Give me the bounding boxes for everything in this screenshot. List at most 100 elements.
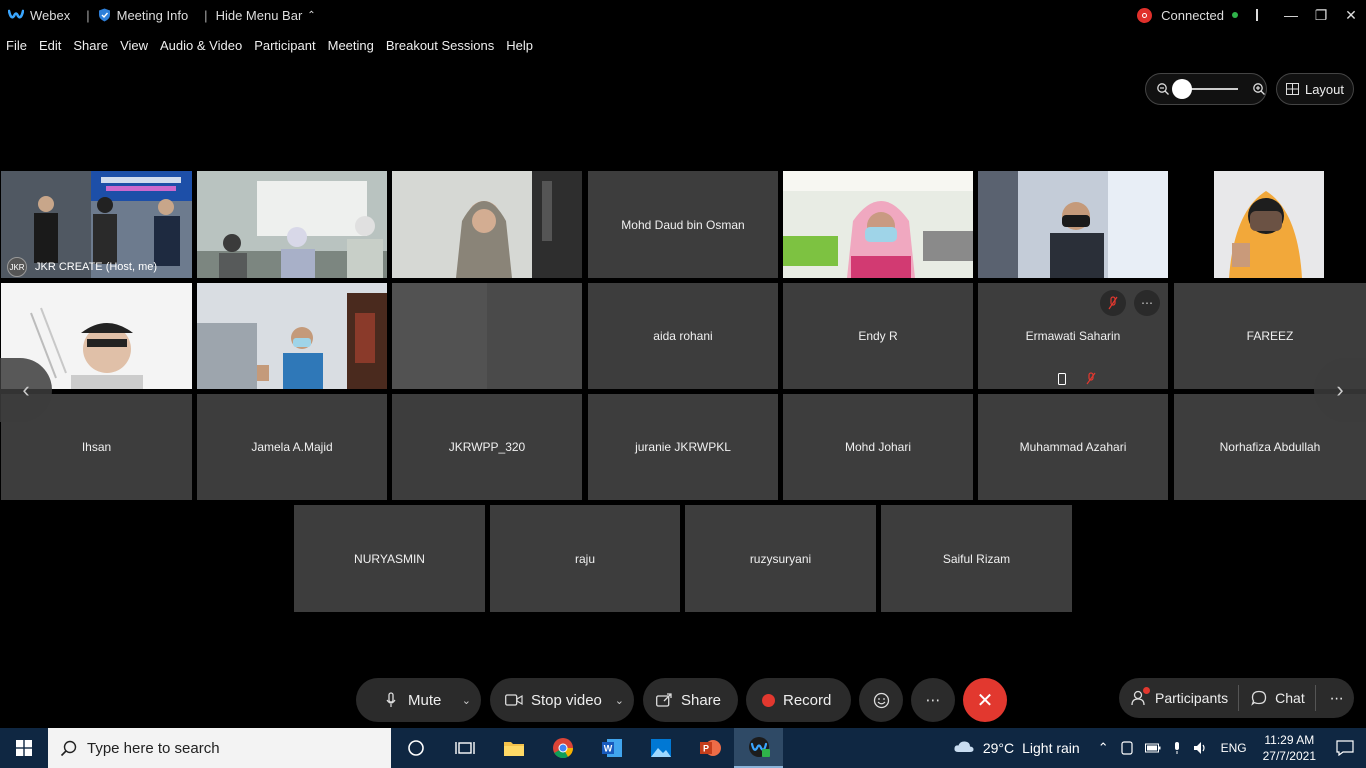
- participant-name: NURYASMIN: [354, 551, 425, 566]
- chat-label: Chat: [1275, 690, 1305, 706]
- zoom-in-icon[interactable]: [1252, 82, 1266, 96]
- input-language[interactable]: ENG: [1221, 741, 1247, 755]
- zoom-out-icon[interactable]: [1156, 82, 1170, 96]
- video-tile[interactable]: [1174, 171, 1366, 278]
- task-view-button[interactable]: [440, 728, 489, 768]
- reactions-button[interactable]: [859, 678, 903, 722]
- more-controls-button[interactable]: ⋯: [911, 678, 955, 722]
- weather-temperature[interactable]: 29°C: [983, 740, 1014, 756]
- video-tile[interactable]: [978, 171, 1168, 278]
- share-label: Share: [681, 691, 722, 709]
- webex-taskbar-button[interactable]: [734, 728, 783, 768]
- video-tile[interactable]: [197, 171, 387, 278]
- hide-menu-bar-button[interactable]: Hide Menu Bar ⌃: [216, 8, 316, 23]
- zoom-slider-handle[interactable]: [1172, 79, 1192, 99]
- menu-view[interactable]: View: [120, 38, 148, 53]
- word-button[interactable]: W: [587, 728, 636, 768]
- menu-breakout-sessions[interactable]: Breakout Sessions: [386, 38, 494, 53]
- menu-audio-video[interactable]: Audio & Video: [160, 38, 242, 53]
- menu-meeting[interactable]: Meeting: [328, 38, 374, 53]
- stop-video-button[interactable]: Stop video ⌄: [490, 678, 634, 722]
- microphone-tray-icon[interactable]: [1173, 741, 1181, 755]
- participant-tile[interactable]: Ermawati Saharin ⋯: [978, 283, 1168, 389]
- menu-edit[interactable]: Edit: [39, 38, 61, 53]
- muted-mic-button[interactable]: [1100, 290, 1126, 316]
- participant-tile[interactable]: Endy R: [783, 283, 973, 389]
- leave-meeting-button[interactable]: ✕: [963, 678, 1007, 722]
- participant-tile[interactable]: JKRWPP_320: [392, 394, 582, 500]
- mobile-device-icon: [1058, 372, 1066, 385]
- participants-label: Participants: [1155, 690, 1229, 706]
- system-tray: 29°C Light rain ⌃ ENG 11:29 AM 27/7/2021: [953, 728, 1366, 768]
- zoom-control: [1145, 73, 1267, 105]
- participant-tile[interactable]: Muhammad Azahari: [978, 394, 1168, 500]
- chevron-down-icon[interactable]: ⌄: [615, 694, 624, 707]
- chat-panel-button[interactable]: Chat: [1239, 678, 1305, 718]
- menu-share[interactable]: Share: [73, 38, 108, 53]
- folder-icon: [503, 742, 524, 756]
- participant-tile[interactable]: juranie JKRWPKL: [588, 394, 778, 500]
- minimize-button[interactable]: —: [1276, 0, 1306, 30]
- file-explorer-button[interactable]: [489, 728, 538, 768]
- chevron-down-icon[interactable]: ⌄: [462, 694, 471, 707]
- meet-now-icon[interactable]: [1120, 741, 1133, 755]
- svg-text:P: P: [702, 744, 708, 754]
- participant-tile[interactable]: ruzysuryani: [685, 505, 876, 612]
- participant-tile[interactable]: aida rohani: [588, 283, 778, 389]
- record-button[interactable]: Record: [746, 678, 851, 722]
- participant-tile[interactable]: NURYASMIN: [294, 505, 485, 612]
- participant-tile[interactable]: Saiful Rizam: [881, 505, 1072, 612]
- cortana-circle-icon: [407, 740, 424, 756]
- meeting-info-button[interactable]: Meeting Info: [98, 8, 188, 23]
- video-tile[interactable]: [392, 171, 582, 278]
- participant-video-feed: [978, 171, 1168, 278]
- participants-panel-button[interactable]: Participants: [1119, 678, 1228, 718]
- ellipsis-icon: ⋯: [1141, 296, 1153, 310]
- chrome-button[interactable]: [538, 728, 587, 768]
- cortana-button[interactable]: [391, 728, 440, 768]
- participant-tile[interactable]: Jamela A.Majid: [197, 394, 387, 500]
- participant-name: Muhammad Azahari: [1019, 440, 1127, 454]
- video-tile[interactable]: [783, 171, 973, 278]
- menu-participant[interactable]: Participant: [254, 38, 315, 53]
- video-tile[interactable]: [392, 283, 582, 389]
- more-options-button[interactable]: ⋯: [1134, 290, 1160, 316]
- participant-tile[interactable]: raju: [490, 505, 680, 612]
- chevron-up-icon[interactable]: ⌃: [1098, 740, 1109, 756]
- taskbar-search-box[interactable]: Type here to search: [48, 728, 391, 768]
- powerpoint-button[interactable]: P: [685, 728, 734, 768]
- photos-button[interactable]: [636, 728, 685, 768]
- tile-status: [1058, 372, 1096, 385]
- webex-window: Webex | Meeting Info | Hide Menu Bar ⌃ C…: [0, 0, 1366, 768]
- webex-app-menu[interactable]: Webex: [0, 8, 70, 23]
- svg-text:W: W: [603, 744, 612, 754]
- mute-button[interactable]: Mute ⌄: [356, 678, 481, 722]
- layout-button[interactable]: Layout: [1276, 73, 1354, 105]
- zoom-slider[interactable]: [1172, 79, 1238, 99]
- taskbar-clock[interactable]: 11:29 AM 27/7/2021: [1263, 732, 1316, 764]
- maximize-button[interactable]: ❐: [1306, 0, 1336, 30]
- more-panels-button[interactable]: ⋯: [1316, 678, 1344, 718]
- video-tile[interactable]: [197, 283, 387, 389]
- notification-center-icon[interactable]: [1336, 740, 1354, 756]
- participant-name: ruzysuryani: [749, 551, 812, 566]
- emoji-reaction-icon: [873, 692, 889, 708]
- close-button[interactable]: ✕: [1336, 0, 1366, 30]
- participant-name: raju: [574, 551, 595, 566]
- menu-file[interactable]: File: [6, 38, 27, 53]
- speaker-volume-icon[interactable]: [1193, 741, 1209, 755]
- word-icon: W: [601, 739, 622, 757]
- host-avatar: JKR: [7, 257, 27, 277]
- participant-tile[interactable]: Mohd Johari: [783, 394, 973, 500]
- menu-help[interactable]: Help: [506, 38, 533, 53]
- title-separator: |: [204, 7, 208, 23]
- task-view-icon: [454, 742, 475, 754]
- participant-tile[interactable]: Mohd Daud bin Osman: [588, 171, 778, 278]
- start-button[interactable]: [0, 728, 48, 768]
- grid-layout-icon: [1285, 83, 1299, 95]
- clock-time: 11:29 AM: [1264, 733, 1315, 747]
- weather-description[interactable]: Light rain: [1022, 740, 1080, 756]
- share-button[interactable]: Share: [643, 678, 738, 722]
- battery-icon[interactable]: [1144, 743, 1161, 753]
- video-tile-host[interactable]: JKR JKR CREATE (Host, me): [1, 171, 192, 278]
